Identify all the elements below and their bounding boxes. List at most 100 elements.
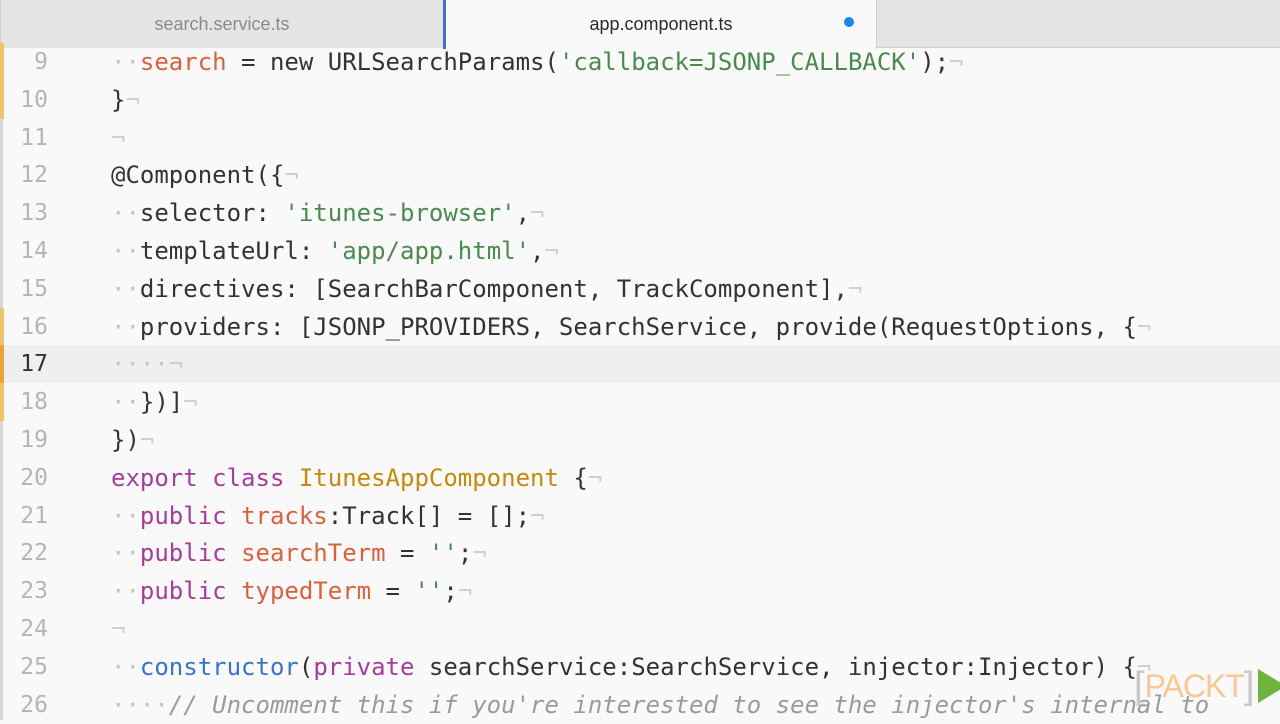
code-token: { bbox=[558, 463, 588, 492]
code-line[interactable]: 17 ····¬ bbox=[0, 345, 1280, 384]
code-token: , bbox=[515, 199, 531, 228]
whitespace-marker: ·· bbox=[111, 501, 140, 530]
code-line[interactable]: 22 ··public searchTerm = '';¬ bbox=[3, 534, 1280, 572]
tab-app-component[interactable]: app.component.ts bbox=[443, 0, 877, 49]
code-token: ); bbox=[920, 48, 950, 76]
watermark-right-bracket: ] bbox=[1243, 665, 1255, 707]
whitespace-marker: ·· bbox=[111, 652, 140, 681]
code-token: ; bbox=[443, 577, 458, 606]
code-line[interactable]: 16 ··providers: [JSONP_PROVIDERS, SearchS… bbox=[0, 307, 1280, 346]
code-text: ··selector: 'itunes-browser',¬ bbox=[111, 194, 545, 232]
code-token: = bbox=[371, 577, 415, 606]
line-number: 17 bbox=[20, 351, 48, 378]
class-name-token: ItunesAppComponent bbox=[298, 463, 559, 492]
code-line[interactable]: 20 export class ItunesAppComponent {¬ bbox=[3, 459, 1280, 497]
watermark-logo-text: PACKT bbox=[1144, 667, 1245, 704]
code-line[interactable]: 19})¬ bbox=[3, 421, 1280, 459]
code-text: ··})]¬ bbox=[111, 383, 198, 421]
code-text: ¬ bbox=[111, 610, 125, 648]
variable-token: search bbox=[139, 48, 227, 76]
keyword-token: public bbox=[139, 539, 242, 568]
unsaved-changes-dot-icon bbox=[844, 17, 854, 27]
code-text: }¬ bbox=[111, 81, 140, 119]
tab-search-service[interactable]: search.service.ts bbox=[0, 0, 443, 48]
line-number: 11 bbox=[20, 124, 48, 151]
line-number: 15 bbox=[20, 275, 48, 302]
code-line[interactable]: 26 ····// Uncomment this if you're intere… bbox=[3, 686, 1280, 724]
code-text: @Component({¬ bbox=[111, 156, 299, 194]
end-of-line-marker: ¬ bbox=[168, 350, 184, 379]
tab-label: search.service.ts bbox=[154, 13, 290, 34]
tab-label: app.component.ts bbox=[589, 14, 733, 34]
code-line[interactable]: 13 ··selector: 'itunes-browser',¬ bbox=[3, 194, 1280, 232]
code-line[interactable]: 25 ··constructor(private searchService:Se… bbox=[3, 648, 1280, 686]
packt-watermark: [ PACKT ] bbox=[1134, 666, 1280, 706]
whitespace-marker: ·· bbox=[111, 237, 140, 265]
line-number: 14 bbox=[20, 238, 48, 264]
string-token: 'callback=JSONP_CALLBACK' bbox=[558, 48, 921, 76]
end-of-line-marker: ¬ bbox=[284, 161, 299, 190]
line-number: 16 bbox=[20, 313, 48, 340]
code-line[interactable]: 24 ¬ bbox=[3, 610, 1280, 648]
tab-bar: search.service.ts app.component.ts bbox=[0, 0, 1280, 49]
code-text: ····¬ bbox=[111, 345, 183, 383]
variable-token: searchTerm bbox=[241, 539, 386, 568]
play-icon bbox=[1258, 669, 1280, 703]
line-number: 20 bbox=[20, 464, 48, 491]
end-of-line-marker: ¬ bbox=[1136, 312, 1152, 341]
code-token: @Component({ bbox=[111, 161, 285, 190]
code-line[interactable]: 21 ··public tracks:Track[] = [];¬ bbox=[3, 497, 1280, 535]
end-of-line-marker: ¬ bbox=[183, 388, 198, 417]
code-editor[interactable]: 9 ··search = new URLSearchParams('callbac… bbox=[0, 43, 1280, 720]
code-token: = new URLSearchParams( bbox=[226, 48, 559, 76]
code-token: :Track[] = []; bbox=[327, 501, 531, 530]
line-number: 21 bbox=[20, 502, 48, 529]
end-of-line-marker: ¬ bbox=[544, 237, 559, 265]
code-token: , bbox=[530, 237, 545, 265]
line-number: 24 bbox=[20, 616, 48, 642]
watermark-left-bracket: [ bbox=[1134, 665, 1145, 707]
code-text: ····// Uncomment this if you're interest… bbox=[111, 686, 1209, 724]
keyword-token: public bbox=[139, 577, 242, 606]
line-number: 22 bbox=[20, 540, 48, 567]
code-line[interactable]: 11 ¬ bbox=[3, 119, 1280, 157]
code-text: ··directives: [SearchBarComponent, Track… bbox=[111, 270, 862, 308]
code-token: }) bbox=[111, 426, 140, 454]
code-line[interactable]: 9 ··search = new URLSearchParams('callbac… bbox=[0, 43, 1280, 81]
end-of-line-marker: ¬ bbox=[111, 615, 126, 643]
code-token: selector: bbox=[139, 199, 285, 228]
code-line[interactable]: 12 @Component({¬ bbox=[3, 156, 1280, 194]
line-number: 12 bbox=[20, 162, 48, 189]
end-of-line-marker: ¬ bbox=[125, 85, 140, 114]
code-text: ··public searchTerm = '';¬ bbox=[111, 534, 487, 572]
code-line[interactable]: 18 ··})]¬ bbox=[0, 383, 1280, 422]
code-text: })¬ bbox=[111, 421, 154, 459]
code-line[interactable]: 10}¬ bbox=[0, 80, 1280, 119]
whitespace-marker: ·· bbox=[111, 577, 140, 606]
line-number: 18 bbox=[20, 389, 48, 416]
end-of-line-marker: ¬ bbox=[472, 539, 487, 568]
whitespace-marker: ·· bbox=[111, 388, 140, 417]
code-text: ¬ bbox=[111, 119, 125, 157]
code-token: })] bbox=[139, 388, 184, 417]
code-text: ··public tracks:Track[] = [];¬ bbox=[111, 497, 545, 535]
code-line[interactable]: 23 ··public typedTerm = '';¬ bbox=[3, 572, 1280, 610]
code-token: directives: [SearchBarComponent, TrackCo… bbox=[139, 274, 848, 303]
code-text: ··providers: [JSONP_PROVIDERS, SearchSer… bbox=[111, 308, 1151, 346]
end-of-line-marker: ¬ bbox=[530, 501, 545, 530]
comment-token: // Uncomment this if you're interested t… bbox=[168, 690, 1210, 719]
code-token: searchService:SearchService, injector:In… bbox=[428, 652, 1137, 681]
end-of-line-marker: ¬ bbox=[139, 426, 155, 454]
code-token: } bbox=[111, 85, 126, 114]
code-token: templateUrl: bbox=[139, 237, 328, 265]
line-number: 19 bbox=[20, 427, 48, 453]
code-text: export class ItunesAppComponent {¬ bbox=[111, 459, 602, 497]
end-of-line-marker: ¬ bbox=[111, 123, 126, 152]
code-line[interactable]: 15 ··directives: [SearchBarComponent, Tra… bbox=[3, 270, 1280, 308]
code-text: ··templateUrl: 'app/app.html',¬ bbox=[111, 232, 559, 270]
keyword-token: public bbox=[139, 501, 242, 530]
whitespace-marker: ·· bbox=[111, 274, 140, 303]
code-line[interactable]: 14 ··templateUrl: 'app/app.html',¬ bbox=[3, 232, 1280, 270]
whitespace-marker: ···· bbox=[111, 350, 169, 379]
code-token: ; bbox=[457, 539, 473, 568]
